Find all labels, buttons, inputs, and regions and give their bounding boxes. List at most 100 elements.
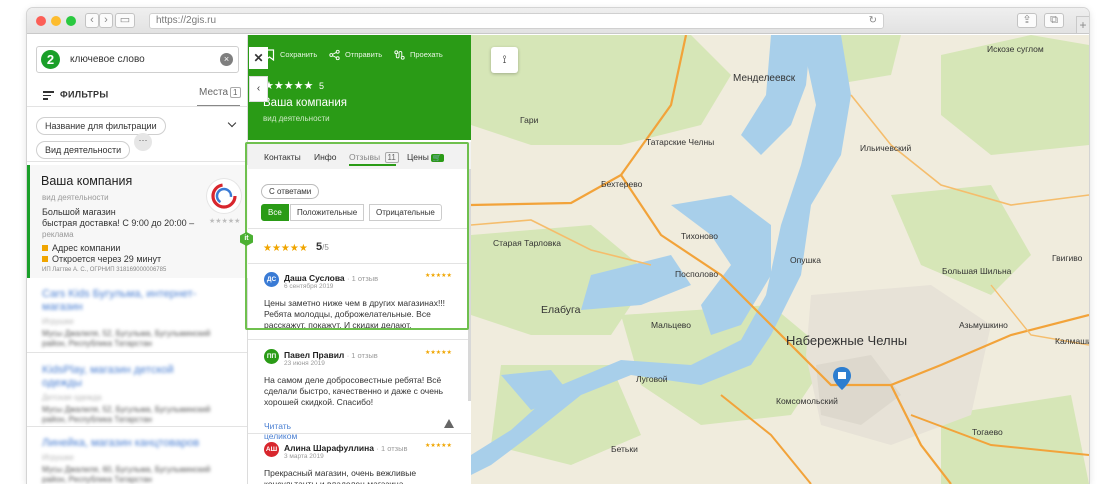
list-item-type: Детская одежда	[42, 393, 102, 402]
review-date: 3 марта 2019	[284, 453, 324, 460]
filter-chip-name[interactable]: Название для фильтрации	[36, 117, 166, 135]
reviewer-name[interactable]: Даша Суслова · 1 отзыв	[284, 273, 378, 283]
places-count: 1	[230, 87, 241, 98]
reviewer-name[interactable]: Павел Правил · 1 отзыв	[284, 350, 378, 360]
review-date: 23 июня 2019	[284, 360, 325, 367]
tab-places[interactable]: Места 1	[199, 87, 241, 98]
2gis-logo-icon: 2	[41, 50, 60, 69]
reviewer-name[interactable]: Алина Шарафуллина · 1 отзыв	[284, 443, 407, 453]
company-desc-2: быстрая доставка! С 9:00 до 20:00 –	[42, 218, 195, 228]
company-rating-stars: ★★★★★	[209, 218, 241, 225]
map-label: Тихоново	[681, 231, 719, 241]
list-item-type: Игрушки	[42, 453, 74, 462]
filters-button[interactable]: ФИЛЬТРЫ	[43, 89, 108, 102]
reviews-count: 11	[384, 152, 399, 163]
more-filters-button[interactable]: ···	[134, 133, 152, 151]
tab-contacts[interactable]: Контакты	[264, 152, 301, 162]
search-input[interactable]: ключевое слово	[70, 54, 145, 65]
reviewer-name-text: Павел Правил	[284, 350, 345, 360]
map-label: Бехтерево	[601, 179, 643, 189]
map-label: Калмаши	[1055, 336, 1089, 346]
close-panel-icon[interactable]: ✕	[249, 47, 268, 69]
review-date: 6 сентября 2019	[284, 283, 334, 290]
new-tab-icon[interactable]: +	[1076, 16, 1089, 34]
list-item-address: Мусы Джалиля, 60, Бугульма, Бугульмински…	[42, 465, 211, 484]
list-item-type: Игрушки	[42, 317, 74, 326]
review-count: · 1 отзыв	[347, 274, 379, 283]
filter-icon	[43, 89, 54, 102]
reload-icon[interactable]: ↻	[869, 14, 877, 28]
company-panel: Сохранить Отправить Проехать ★★★★★ 5 Ваш…	[248, 35, 471, 484]
clear-search-icon[interactable]: ×	[220, 53, 233, 66]
tab-reviews[interactable]: Отзывы 11	[349, 152, 399, 163]
review-text: На самом деле добросовестные ребята! Всё…	[264, 375, 444, 407]
chevron-down-icon[interactable]	[227, 118, 237, 128]
search-box[interactable]: 2 ключевое слово ×	[36, 46, 239, 73]
collapse-panel-icon[interactable]: ‹	[249, 76, 268, 102]
address-bar[interactable]: https://2gis.ru ↻	[149, 13, 884, 29]
minimize-window-icon[interactable]	[51, 16, 61, 26]
map-label: Гари	[520, 115, 539, 125]
share-button[interactable]: Отправить	[329, 49, 382, 61]
map-label: Менделеевск	[733, 73, 796, 84]
save-button[interactable]: Сохранить	[264, 49, 317, 61]
map-city-label: Набережные Челны	[786, 333, 908, 348]
browser-toolbar: ‹ › ▭ https://2gis.ru ↻ ⇪ ⧉ +	[27, 8, 1089, 34]
route-label: Проехать	[410, 49, 443, 59]
legal-info: ИП Латтве А. С., ОГРНИП 318169000006785	[42, 267, 167, 273]
map-label: Ильичевский	[860, 143, 912, 153]
company-activity: вид деятельности	[263, 114, 330, 123]
address-marker-icon	[42, 245, 48, 251]
zoom-window-icon[interactable]	[66, 16, 76, 26]
avatar: ДС	[264, 272, 279, 287]
divider	[27, 161, 247, 162]
share-icon[interactable]: ⇪	[1017, 13, 1037, 28]
total-rating-stars: ★★★★★	[263, 243, 308, 254]
map-label: Луговой	[636, 374, 668, 384]
filter-all[interactable]: Все	[261, 204, 289, 221]
divider	[248, 263, 471, 264]
avatar: АШ	[264, 442, 279, 457]
map-label: Азьмушкино	[959, 320, 1008, 330]
map-view[interactable]: ⟟ Искозе суглом Менделеевск Гари Татарск…	[471, 35, 1089, 484]
filter-positive[interactable]: Положительные	[290, 204, 365, 221]
list-item[interactable]: Cars Kids Бугульма, интернет-магазин Игр…	[42, 288, 212, 349]
route-button[interactable]: Проехать	[394, 49, 443, 61]
save-label: Сохранить	[280, 49, 318, 59]
forward-icon[interactable]: ›	[99, 13, 113, 28]
divider	[248, 433, 471, 434]
search-results-panel: 2 ключевое слово × ФИЛЬТРЫ Места 1 Назван…	[27, 35, 248, 484]
total-rating-max: /5	[322, 243, 329, 252]
filters-label: ФИЛЬТРЫ	[60, 89, 109, 100]
filter-negative[interactable]: Отрицательные	[369, 204, 442, 221]
tabs-icon[interactable]: ⧉	[1044, 13, 1064, 28]
active-tab-underline	[349, 164, 396, 166]
warning-icon[interactable]	[444, 419, 454, 428]
list-item[interactable]: KidsPlay, магазин детской одежды Детская…	[42, 364, 212, 425]
map-label: Опушка	[790, 255, 821, 265]
tab-prices-label: Цены	[407, 152, 429, 162]
divider	[27, 352, 247, 353]
route-map-button[interactable]: ⟟	[491, 47, 518, 73]
divider	[248, 339, 471, 340]
sidebar-toggle-icon[interactable]: ▭	[115, 13, 135, 28]
ad-label: реклама	[42, 230, 74, 239]
map-label: Комсомольский	[776, 396, 838, 406]
read-more-link[interactable]: Читать целиком	[264, 421, 297, 441]
tab-info[interactable]: Инфо	[314, 152, 337, 162]
list-item-title: Линейка, магазин канцтоваров	[42, 437, 200, 449]
company-address: Адрес компании	[42, 243, 120, 253]
tab-prices[interactable]: Цены 🛒	[407, 152, 444, 162]
company-logo	[207, 179, 241, 213]
company-hours: Откроется через 29 минут	[42, 254, 161, 264]
list-item[interactable]: Линейка, магазин канцтоваров Игрушки Мус…	[42, 437, 212, 484]
back-icon[interactable]: ‹	[85, 13, 99, 28]
review-stars: ★★★★★	[425, 443, 452, 449]
url-text: https://2gis.ru	[156, 15, 217, 26]
selected-company-card[interactable]: Ваша компания вид деятельности Большой м…	[27, 165, 248, 278]
filter-chip-activity[interactable]: Вид деятельности	[36, 141, 131, 159]
with-answers-filter[interactable]: С ответами	[261, 184, 320, 199]
places-label: Места	[199, 87, 229, 98]
list-item-address: Мусы Джалиля, 52, Бугульма, Бугульмински…	[42, 405, 211, 424]
close-window-icon[interactable]	[36, 16, 46, 26]
